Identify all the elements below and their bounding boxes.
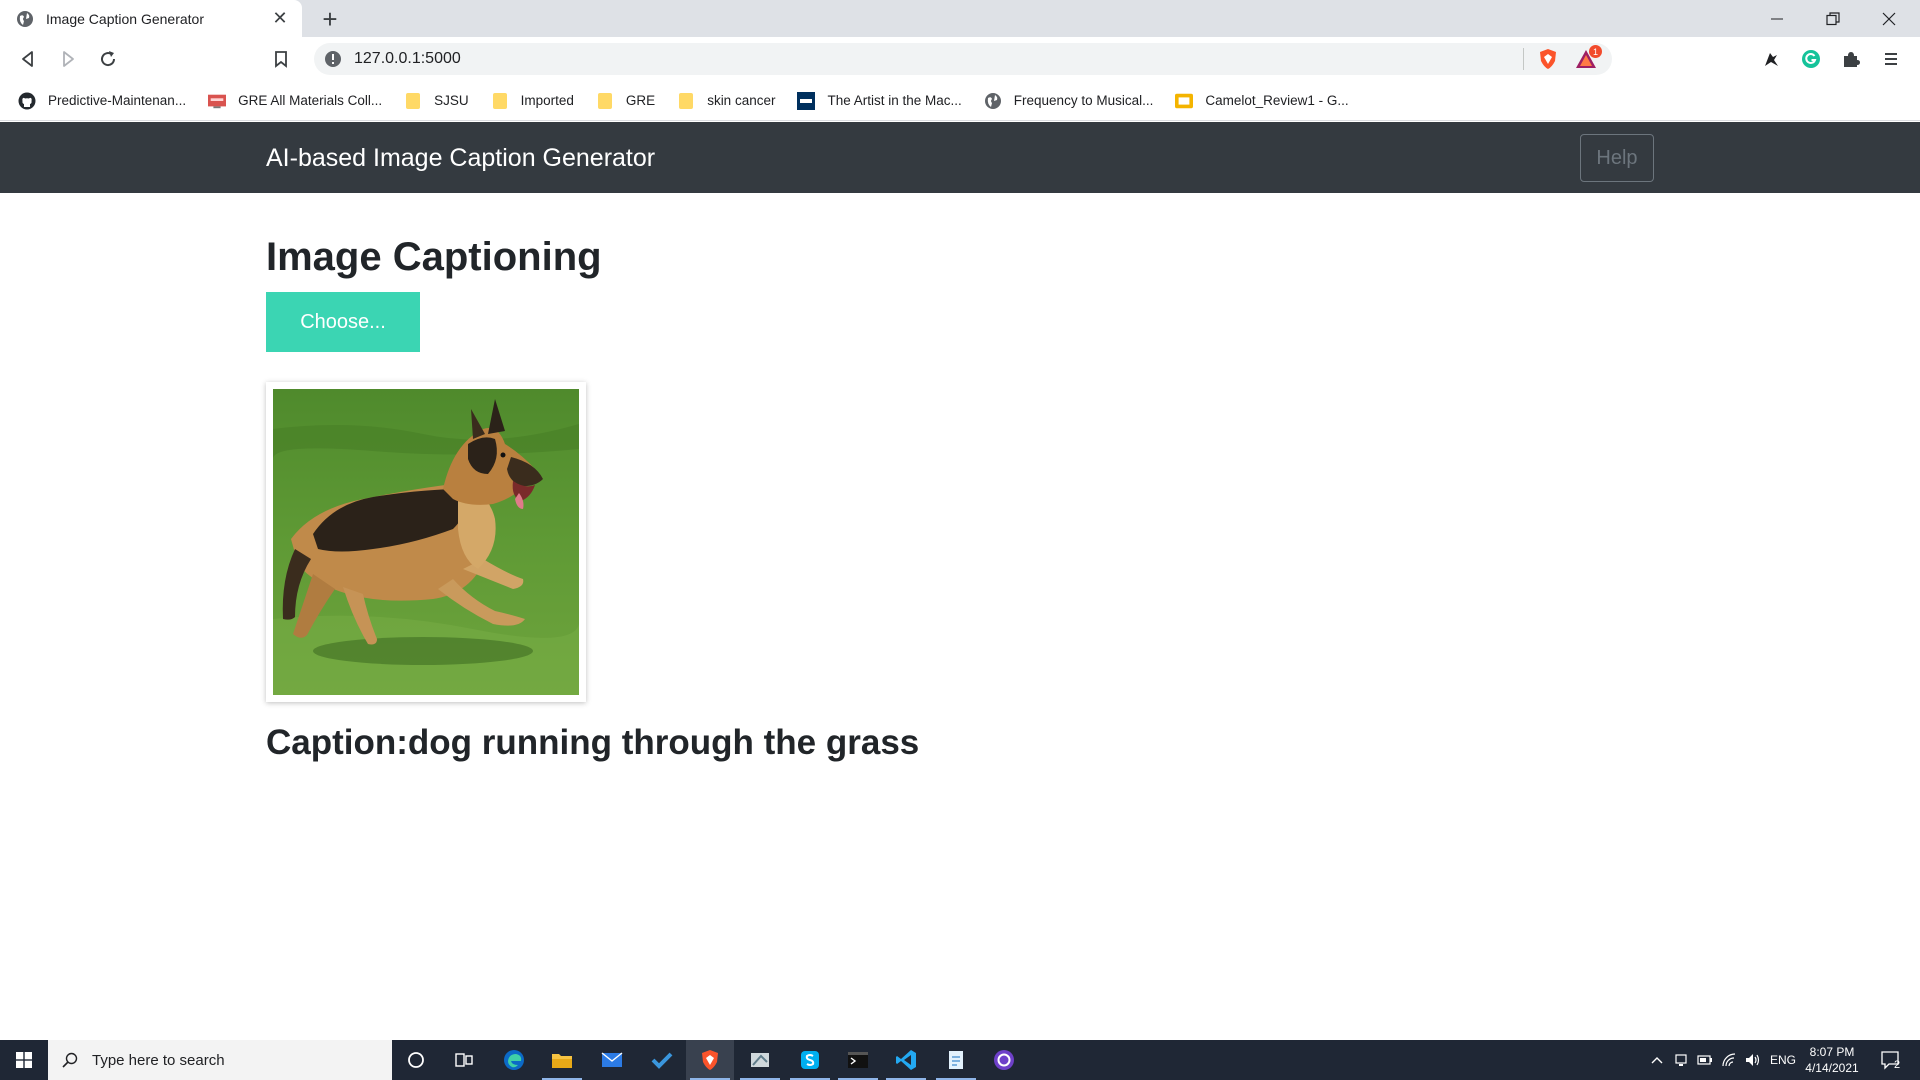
system-clock[interactable]: 8:07 PM 4/14/2021 — [1800, 1044, 1864, 1076]
snipping-icon[interactable] — [736, 1040, 784, 1080]
bookmark-item[interactable]: The Artist in the Mac... — [797, 91, 962, 110]
todo-icon[interactable] — [638, 1040, 686, 1080]
info-icon[interactable] — [324, 50, 342, 68]
volume-icon[interactable] — [1742, 1040, 1764, 1080]
help-button[interactable]: Help — [1580, 134, 1654, 182]
brave-rewards-icon[interactable]: 1 — [1574, 45, 1602, 71]
bookmark-item[interactable]: Camelot_Review1 - G... — [1175, 92, 1349, 110]
battery-icon[interactable] — [1694, 1040, 1716, 1080]
wifi-icon[interactable] — [1718, 1040, 1740, 1080]
bookmark-label: Imported — [520, 93, 574, 108]
rewards-badge: 1 — [1589, 45, 1602, 58]
bookmark-label: Frequency to Musical... — [1013, 93, 1154, 108]
back-icon[interactable] — [14, 45, 42, 73]
browser-tab-active[interactable]: Image Caption Generator ✕ — [0, 0, 302, 37]
bookmark-folder[interactable]: GRE — [596, 92, 655, 110]
browser-toolbar: 127.0.0.1:5000 1 — [0, 37, 1920, 81]
search-placeholder: Type here to search — [92, 1051, 225, 1069]
show-hidden-icons[interactable] — [1646, 1040, 1668, 1080]
bookmark-folder[interactable]: skin cancer — [677, 92, 775, 110]
file-explorer-icon[interactable] — [538, 1040, 586, 1080]
bookmark-item[interactable]: Predictive-Maintenan... — [18, 92, 186, 110]
brave-shields-icon[interactable] — [1536, 47, 1560, 71]
folder-icon — [491, 92, 509, 110]
dog-photo — [273, 389, 579, 695]
folder-icon — [677, 92, 695, 110]
clock-date: 4/14/2021 — [1805, 1061, 1859, 1075]
taskbar-search-box[interactable]: Type here to search — [48, 1040, 392, 1080]
grammarly-icon[interactable] — [1797, 45, 1825, 73]
bookmark-label: GRE All Materials Coll... — [238, 93, 383, 108]
bookmark-label: SJSU — [434, 93, 469, 108]
choose-file-button[interactable]: Choose... — [266, 292, 420, 352]
address-bar[interactable]: 127.0.0.1:5000 1 — [314, 43, 1612, 75]
tab-strip: Image Caption Generator ✕ + — [0, 0, 1920, 37]
caption-text: Caption:dog running through the grass — [266, 723, 920, 762]
mail-icon[interactable] — [588, 1040, 636, 1080]
bookmark-label: Camelot_Review1 - G... — [1205, 93, 1349, 108]
edge-icon[interactable] — [490, 1040, 538, 1080]
ieee-icon — [797, 91, 816, 110]
devices-icon[interactable] — [1670, 1040, 1692, 1080]
navbar-brand[interactable]: AI-based Image Caption Generator — [266, 144, 655, 173]
slides-icon — [1175, 92, 1194, 110]
search-icon — [62, 1052, 78, 1068]
menu-icon[interactable] — [1877, 45, 1905, 73]
forward-icon[interactable] — [54, 45, 82, 73]
bookmark-label: GRE — [625, 93, 656, 108]
clock-time: 8:07 PM — [1809, 1045, 1855, 1059]
terminal-icon[interactable] — [834, 1040, 882, 1080]
extension-bird-icon[interactable] — [1757, 45, 1785, 73]
bookmark-icon[interactable] — [267, 45, 295, 73]
vscode-icon[interactable] — [882, 1040, 930, 1080]
restore-icon[interactable] — [1805, 0, 1861, 37]
bookmarks-bar: Predictive-Maintenan... GRE All Material… — [0, 81, 1920, 121]
bookmark-item[interactable]: GRE All Materials Coll... — [208, 92, 382, 110]
minimize-icon[interactable] — [1749, 0, 1805, 37]
site-navbar: AI-based Image Caption Generator Help — [0, 122, 1920, 193]
language-indicator[interactable]: ENG — [1766, 1040, 1800, 1080]
task-view-icon[interactable] — [440, 1040, 488, 1080]
globe-icon — [984, 92, 1002, 110]
tab-title: Image Caption Generator — [46, 10, 204, 27]
new-tab-icon[interactable]: + — [316, 5, 344, 33]
close-tab-icon[interactable]: ✕ — [268, 7, 292, 31]
cortana-icon[interactable] — [392, 1040, 440, 1080]
bookmark-label: The Artist in the Mac... — [827, 93, 962, 108]
bookmark-label: skin cancer — [707, 93, 776, 108]
bookmark-item[interactable]: Frequency to Musical... — [984, 92, 1154, 110]
notification-center-icon[interactable]: 2 — [1872, 1040, 1908, 1080]
notification-count: 2 — [1893, 1059, 1901, 1071]
extensions-puzzle-icon[interactable] — [1837, 45, 1865, 73]
bookmark-folder[interactable]: SJSU — [404, 92, 469, 110]
bookmark-folder[interactable]: Imported — [491, 92, 574, 110]
omnibox-divider — [1523, 48, 1524, 70]
brave-taskbar-icon[interactable] — [686, 1040, 734, 1080]
reload-icon[interactable] — [94, 45, 122, 73]
github-desktop-icon[interactable] — [980, 1040, 1028, 1080]
windows-start-icon[interactable] — [0, 1040, 48, 1080]
globe-icon — [17, 10, 33, 27]
windows-taskbar: Type here to search ENG 8:07 PM 4/14/202… — [0, 1040, 1920, 1080]
image-preview — [266, 382, 586, 702]
folder-icon — [404, 92, 422, 110]
bookmark-label: Predictive-Maintenan... — [48, 93, 187, 108]
url-text[interactable]: 127.0.0.1:5000 — [354, 50, 1523, 68]
page-title: Image Captioning — [266, 235, 602, 279]
skype-icon[interactable] — [786, 1040, 834, 1080]
github-icon — [18, 92, 36, 110]
folder-icon — [596, 92, 614, 110]
gre-icon — [208, 92, 227, 110]
notepad-icon[interactable] — [932, 1040, 980, 1080]
close-window-icon[interactable] — [1861, 0, 1917, 37]
